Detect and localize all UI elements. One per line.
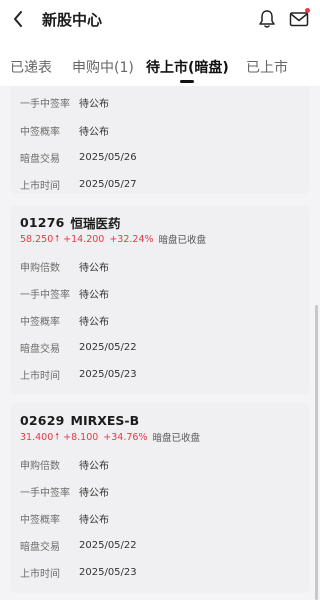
row-label: 上市时间 [20, 370, 60, 382]
page-title: 新股中心 [42, 11, 103, 29]
stock-quote: 31.400 🠕 +8.100 +34.76% 暗盘已收盘 [20, 430, 200, 445]
row-value: 2025/05/22 [79, 341, 137, 353]
stock-price: 31.400 [20, 431, 54, 443]
stock-name: MIRXES-B [70, 412, 140, 428]
row-label: 暗盘交易 [20, 153, 60, 165]
ipo-list[interactable]: 一手中签率 待公布 中签概率 待公布 暗盘交易 2025/05/26 上市时间 … [0, 86, 320, 600]
stock-quote: 58.250 🠕 +14.200 +32.24% 暗盘已收盘 [20, 232, 207, 247]
tab-listed[interactable]: 已上市 [246, 57, 288, 77]
message-button[interactable] [287, 8, 311, 30]
bell-icon [259, 10, 275, 28]
row-label: 中签概率 [20, 126, 60, 138]
row-value: 2025/05/27 [79, 178, 137, 190]
row-value: 待公布 [79, 460, 109, 472]
stock-change: +14.200 [63, 233, 105, 245]
info-row: 申购倍数 待公布 [20, 456, 109, 472]
row-value: 2025/05/23 [79, 368, 137, 380]
info-row: 中签概率 待公布 [20, 122, 109, 138]
up-arrow-icon: 🠕 [55, 432, 60, 442]
row-value: 2025/05/26 [79, 151, 137, 163]
row-label: 暗盘交易 [20, 343, 60, 355]
row-value: 待公布 [79, 126, 109, 138]
up-arrow-icon: 🠕 [55, 234, 60, 244]
notification-button[interactable] [256, 8, 278, 30]
stock-change-pct: +34.76% [103, 431, 148, 443]
row-label: 暗盘交易 [20, 541, 60, 553]
row-label: 一手中签率 [20, 98, 70, 110]
stock-title: 01276 恒瑞医药 [20, 213, 121, 231]
tab-subscribing[interactable]: 申购中(1) [72, 57, 134, 77]
row-label: 上市时间 [20, 180, 60, 192]
row-value: 待公布 [79, 289, 109, 301]
tab-pending-listing[interactable]: 待上市(暗盘) [146, 57, 229, 77]
info-row: 暗盘交易 2025/05/26 [20, 149, 137, 165]
info-row: 中签概率 待公布 [20, 510, 109, 526]
info-row: 上市时间 2025/05/23 [20, 366, 137, 382]
row-value: 2025/05/22 [79, 539, 137, 551]
status-badge: 暗盘已收盘 [158, 235, 207, 246]
row-label: 一手中签率 [20, 487, 70, 499]
active-tab-indicator [180, 80, 194, 83]
chevron-left-icon [14, 11, 22, 27]
ipo-card-partial[interactable]: 一手中签率 待公布 中签概率 待公布 暗盘交易 2025/05/26 上市时间 … [10, 86, 310, 194]
ipo-tabs: 已递表 申购中(1) 待上市(暗盘) 已上市 [0, 48, 320, 86]
row-label: 一手中签率 [20, 289, 70, 301]
mail-icon [289, 12, 309, 27]
info-row: 中签概率 待公布 [20, 312, 109, 328]
ipo-card-02629[interactable]: 02629 MIRXES-B 31.400 🠕 +8.100 +34.76% 暗… [10, 403, 310, 593]
info-row: 一手中签率 待公布 [20, 94, 109, 110]
row-label: 上市时间 [20, 568, 60, 580]
scrollbar[interactable] [315, 305, 318, 600]
row-label: 申购倍数 [20, 262, 60, 274]
info-row: 暗盘交易 2025/05/22 [20, 339, 137, 355]
stock-change-pct: +32.24% [109, 233, 154, 245]
row-value: 待公布 [79, 487, 109, 499]
ipo-card-01276[interactable]: 01276 恒瑞医药 58.250 🠕 +14.200 +32.24% 暗盘已收… [10, 205, 310, 395]
tab-submitted[interactable]: 已递表 [10, 57, 52, 77]
row-value: 待公布 [79, 262, 109, 274]
stock-title: 02629 MIRXES-B [20, 411, 139, 429]
info-row: 申购倍数 待公布 [20, 258, 109, 274]
row-value: 待公布 [79, 98, 109, 110]
info-row: 一手中签率 待公布 [20, 483, 109, 499]
row-label: 申购倍数 [20, 460, 60, 472]
back-button[interactable] [8, 8, 28, 30]
stock-code: 01276 [20, 214, 65, 230]
stock-price: 58.250 [20, 233, 54, 245]
stock-change: +8.100 [63, 431, 99, 443]
info-row: 暗盘交易 2025/05/22 [20, 537, 137, 553]
row-value: 待公布 [79, 316, 109, 328]
row-value: 2025/05/23 [79, 566, 137, 578]
stock-name: 恒瑞医药 [70, 215, 121, 231]
info-row: 上市时间 2025/05/27 [20, 176, 137, 192]
notification-dot [305, 8, 310, 13]
stock-code: 02629 [20, 412, 65, 428]
info-row: 上市时间 2025/05/23 [20, 564, 137, 580]
row-label: 中签概率 [20, 316, 60, 328]
app-header: 新股中心 [0, 0, 320, 40]
info-row: 一手中签率 待公布 [20, 285, 109, 301]
status-badge: 暗盘已收盘 [152, 433, 200, 444]
row-value: 待公布 [79, 514, 109, 526]
row-label: 中签概率 [20, 514, 60, 526]
